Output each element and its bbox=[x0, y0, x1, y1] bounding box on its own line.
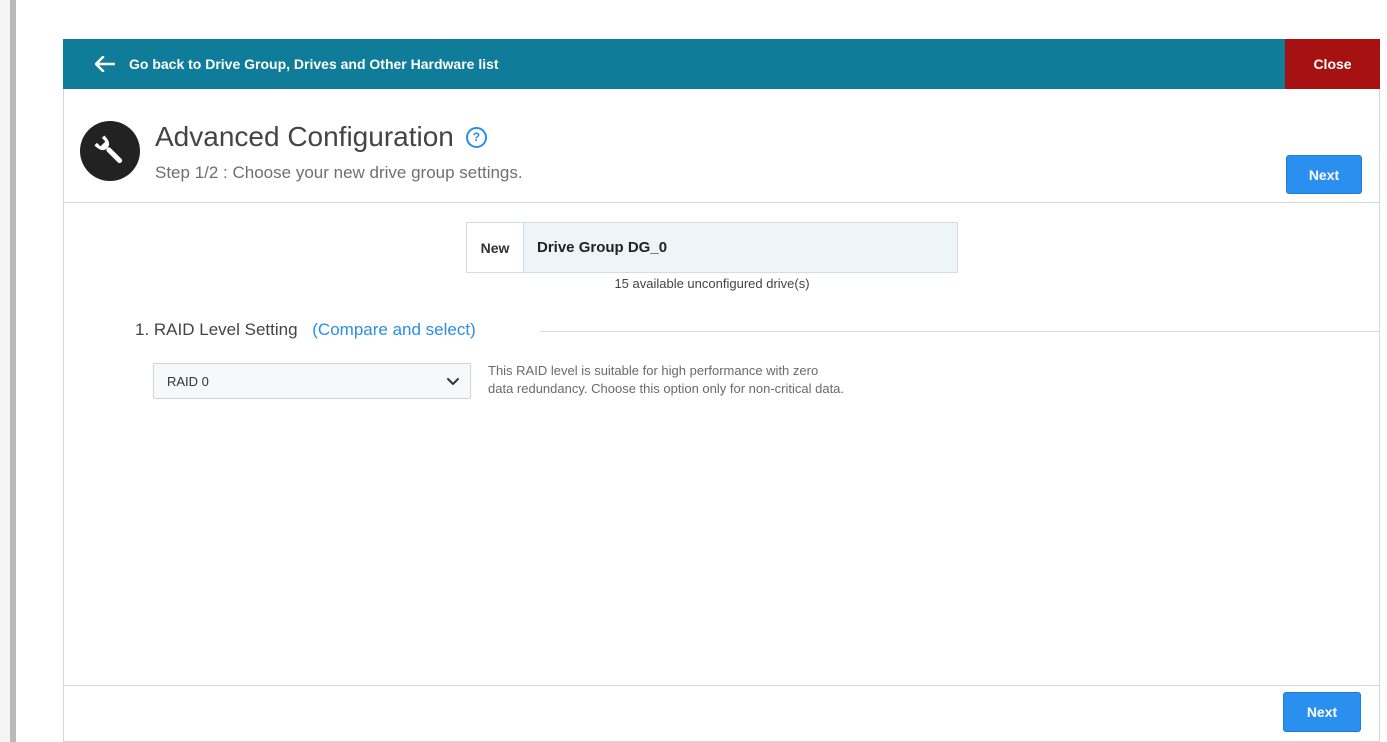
compare-and-select-link[interactable]: (Compare and select) bbox=[312, 320, 475, 339]
next-button-top[interactable]: Next bbox=[1286, 155, 1362, 194]
page-title: Advanced Configuration ? bbox=[155, 121, 487, 153]
drive-group-prefix: New bbox=[466, 222, 523, 273]
close-button[interactable]: Close bbox=[1285, 39, 1380, 89]
available-drives-text: 15 available unconfigured drive(s) bbox=[614, 276, 810, 291]
drive-group-name-input[interactable]: Drive Group DG_0 bbox=[523, 222, 958, 273]
back-link[interactable]: Go back to Drive Group, Drives and Other… bbox=[95, 39, 499, 89]
page-subtitle: Step 1/2 : Choose your new drive group s… bbox=[155, 163, 523, 182]
raid-description-line-1: This RAID level is suitable for high per… bbox=[488, 363, 819, 378]
wrench-icon bbox=[80, 121, 140, 181]
raid-level-value: RAID 0 bbox=[167, 373, 209, 389]
arrow-left-icon bbox=[95, 56, 115, 72]
page-title-text: Advanced Configuration bbox=[155, 121, 454, 152]
help-icon[interactable]: ? bbox=[465, 126, 487, 148]
wizard-header: Advanced Configuration ? Step 1/2 : Choo… bbox=[63, 89, 1380, 203]
raid-section-label: 1. RAID Level Setting bbox=[135, 320, 298, 339]
left-scrollbar[interactable] bbox=[10, 0, 16, 742]
back-link-label: Go back to Drive Group, Drives and Other… bbox=[129, 56, 499, 72]
raid-section-title: 1. RAID Level Setting (Compare and selec… bbox=[135, 320, 476, 340]
raid-level-description: This RAID level is suitable for high per… bbox=[488, 362, 968, 398]
chevron-down-icon bbox=[447, 378, 459, 385]
wizard-topbar: Go back to Drive Group, Drives and Other… bbox=[63, 39, 1380, 89]
left-edge bbox=[0, 0, 10, 742]
footer-divider bbox=[63, 685, 1380, 686]
raid-description-line-2: data redundancy. Choose this option only… bbox=[488, 381, 845, 396]
section-divider bbox=[540, 331, 1380, 332]
next-button-bottom[interactable]: Next bbox=[1283, 692, 1361, 732]
drive-group-name-group: New Drive Group DG_0 bbox=[466, 222, 958, 273]
raid-level-select[interactable]: RAID 0 bbox=[153, 363, 471, 399]
